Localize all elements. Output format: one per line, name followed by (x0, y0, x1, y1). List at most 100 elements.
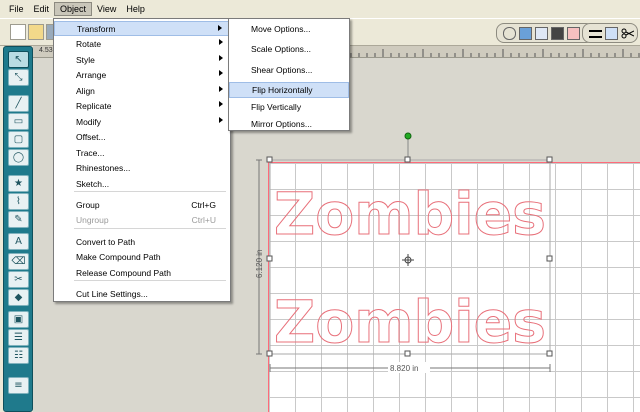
menu-item-label: Offset... (76, 131, 106, 142)
menu-help[interactable]: Help (121, 3, 150, 15)
submenu-arrow-icon (219, 86, 223, 92)
line-toolbar-group (582, 23, 638, 43)
menu-item-label: Cut Line Settings... (76, 288, 148, 299)
menu-item-label: Rhinestones... (76, 162, 131, 173)
scissors-icon[interactable] (621, 27, 635, 40)
object-menu-item-release-compound-path[interactable]: Release Compound Path (54, 265, 230, 280)
object-menu-item-ungroup[interactable]: Ungroup Ctrl+U (54, 212, 230, 227)
menu-item-label: Release Compound Path (76, 267, 171, 278)
submenu-arrow-icon (219, 39, 223, 45)
object-menu-item-sketch[interactable]: Sketch... (54, 176, 230, 191)
bezier-icon[interactable]: ⌇ (8, 193, 29, 210)
menu-edit[interactable]: Edit (29, 3, 55, 15)
text-icon[interactable]: A (8, 233, 29, 250)
menu-item-label: Align (76, 85, 95, 96)
store-icon[interactable]: ☷ (8, 347, 29, 364)
menu-item-label: Arrange (76, 69, 107, 80)
object-menu-item-rotate[interactable]: Rotate (54, 36, 230, 51)
open-folder-icon[interactable] (28, 24, 44, 40)
object-menu-item-style[interactable]: Style (54, 52, 230, 67)
menu-item-label: Mirror Options... (251, 119, 312, 129)
transform-item-flip-horizontally[interactable]: Flip Horizontally (229, 82, 349, 98)
menu-item-label: Shear Options... (251, 65, 313, 75)
object-menu-item-offset[interactable]: Offset... (54, 129, 230, 144)
cut-settings-icon[interactable] (567, 27, 580, 40)
height-dimension-label: 6.120 in (256, 250, 264, 278)
object-menu-dropdown: Transform Rotate Style Arrange Align Replicat… (53, 18, 231, 302)
rectangle-icon[interactable]: ▭ (8, 113, 29, 130)
menu-separator (74, 191, 226, 192)
library-icon[interactable]: ☰ (8, 329, 29, 346)
object-menu-item-replicate[interactable]: Replicate (54, 98, 230, 113)
fill-pattern-icon[interactable] (551, 27, 564, 40)
rotation-handle[interactable] (404, 132, 412, 140)
center-crosshair-icon (402, 254, 414, 266)
transform-item-move-options[interactable]: Move Options... (229, 21, 349, 37)
line-style-icon[interactable] (589, 30, 602, 38)
line-icon[interactable]: ╱ (8, 95, 29, 112)
menu-separator (74, 280, 226, 281)
fill-icon[interactable]: ◆ (8, 289, 29, 306)
object-menu-item-modify[interactable]: Modify (54, 114, 230, 129)
submenu-arrow-icon (219, 117, 223, 123)
menu-item-label: Rotate (76, 38, 102, 49)
transform-item-scale-options[interactable]: Scale Options... (229, 41, 349, 57)
transform-item-shear-options[interactable]: Shear Options... (229, 62, 349, 78)
menu-item-label: Modify (76, 116, 102, 127)
menu-view[interactable]: View (92, 3, 121, 15)
grid-icon[interactable] (535, 27, 548, 40)
menu-item-label: Trace... (76, 147, 105, 158)
color-picker-icon[interactable] (503, 27, 516, 40)
menu-shortcut: Ctrl+G (191, 199, 216, 210)
object-menu-item-align[interactable]: Align (54, 83, 230, 98)
transform-item-flip-vertically[interactable]: Flip Vertically (229, 99, 349, 115)
menu-item-label: Style (76, 54, 95, 65)
submenu-arrow-icon (219, 55, 223, 61)
ellipse-icon[interactable]: ◯ (8, 149, 29, 166)
menu-item-label: Replicate (76, 100, 112, 111)
tool-palette: ↖ ⤡ ╱ ▭ ▢ ◯ ★ ⌇ ✎ A ⌫ ✂ ◆ ▣ ☰ ☷ ≡ (3, 46, 33, 412)
object-menu-item-trace[interactable]: Trace... (54, 145, 230, 160)
menu-item-label: Group (76, 199, 100, 210)
knife-icon[interactable]: ✂ (8, 271, 29, 288)
polygon-icon[interactable]: ★ (8, 175, 29, 192)
menu-item-label: Move Options... (251, 24, 311, 34)
menu-item-label: Make Compound Path (76, 251, 161, 262)
view-toolbar-group (496, 23, 594, 43)
object-menu-item-convert-to-path[interactable]: Convert to Path (54, 234, 230, 249)
object-menu-item-rhinestones[interactable]: Rhinestones... (54, 160, 230, 175)
object-menu-item-make-compound-path[interactable]: Make Compound Path (54, 249, 230, 264)
object-menu-item-cut-line-settings[interactable]: Cut Line Settings... (54, 286, 230, 301)
menu-bar: File Edit Object View Help (0, 0, 640, 18)
menu-item-label: Flip Horizontally (252, 85, 313, 95)
submenu-arrow-icon (219, 70, 223, 76)
width-dimension-label: 8.820 in (390, 364, 418, 373)
transform-submenu: Move Options... Scale Options... Shear Opt… (228, 18, 350, 131)
layers-icon[interactable]: ≡ (8, 377, 29, 394)
artwork-text-bottom[interactable]: Zombies (274, 288, 547, 357)
menu-item-label: Transform (77, 23, 116, 34)
menu-item-label: Ungroup (76, 214, 109, 225)
select-arrow-icon[interactable]: ↖ (8, 51, 29, 68)
selected-artwork[interactable]: Zombies Zombies 6.120 in 8.820 in (256, 130, 640, 412)
page-settings-icon[interactable] (519, 27, 532, 40)
menu-object[interactable]: Object (54, 2, 93, 16)
app-window: File Edit Object View Help 4.53 Zombies … (0, 0, 640, 412)
fill-color-icon[interactable] (605, 27, 618, 40)
menu-item-label: Flip Vertically (251, 102, 302, 112)
submenu-arrow-icon (219, 101, 223, 107)
new-document-icon[interactable] (10, 24, 26, 40)
rounded-rectangle-icon[interactable]: ▢ (8, 131, 29, 148)
menu-file[interactable]: File (4, 3, 29, 15)
submenu-arrow-icon (218, 25, 222, 31)
object-menu-item-transform[interactable]: Transform (54, 21, 230, 36)
object-menu-item-arrange[interactable]: Arrange (54, 67, 230, 82)
page-view-icon[interactable]: ▣ (8, 311, 29, 328)
menu-item-label: Convert to Path (76, 236, 136, 247)
freehand-icon[interactable]: ✎ (8, 211, 29, 228)
transform-item-mirror-options[interactable]: Mirror Options... (229, 116, 349, 132)
artwork-text-top[interactable]: Zombies (274, 180, 547, 249)
eraser-icon[interactable]: ⌫ (8, 253, 29, 270)
node-edit-icon[interactable]: ⤡ (8, 69, 29, 86)
object-menu-item-group[interactable]: Group Ctrl+G (54, 197, 230, 212)
